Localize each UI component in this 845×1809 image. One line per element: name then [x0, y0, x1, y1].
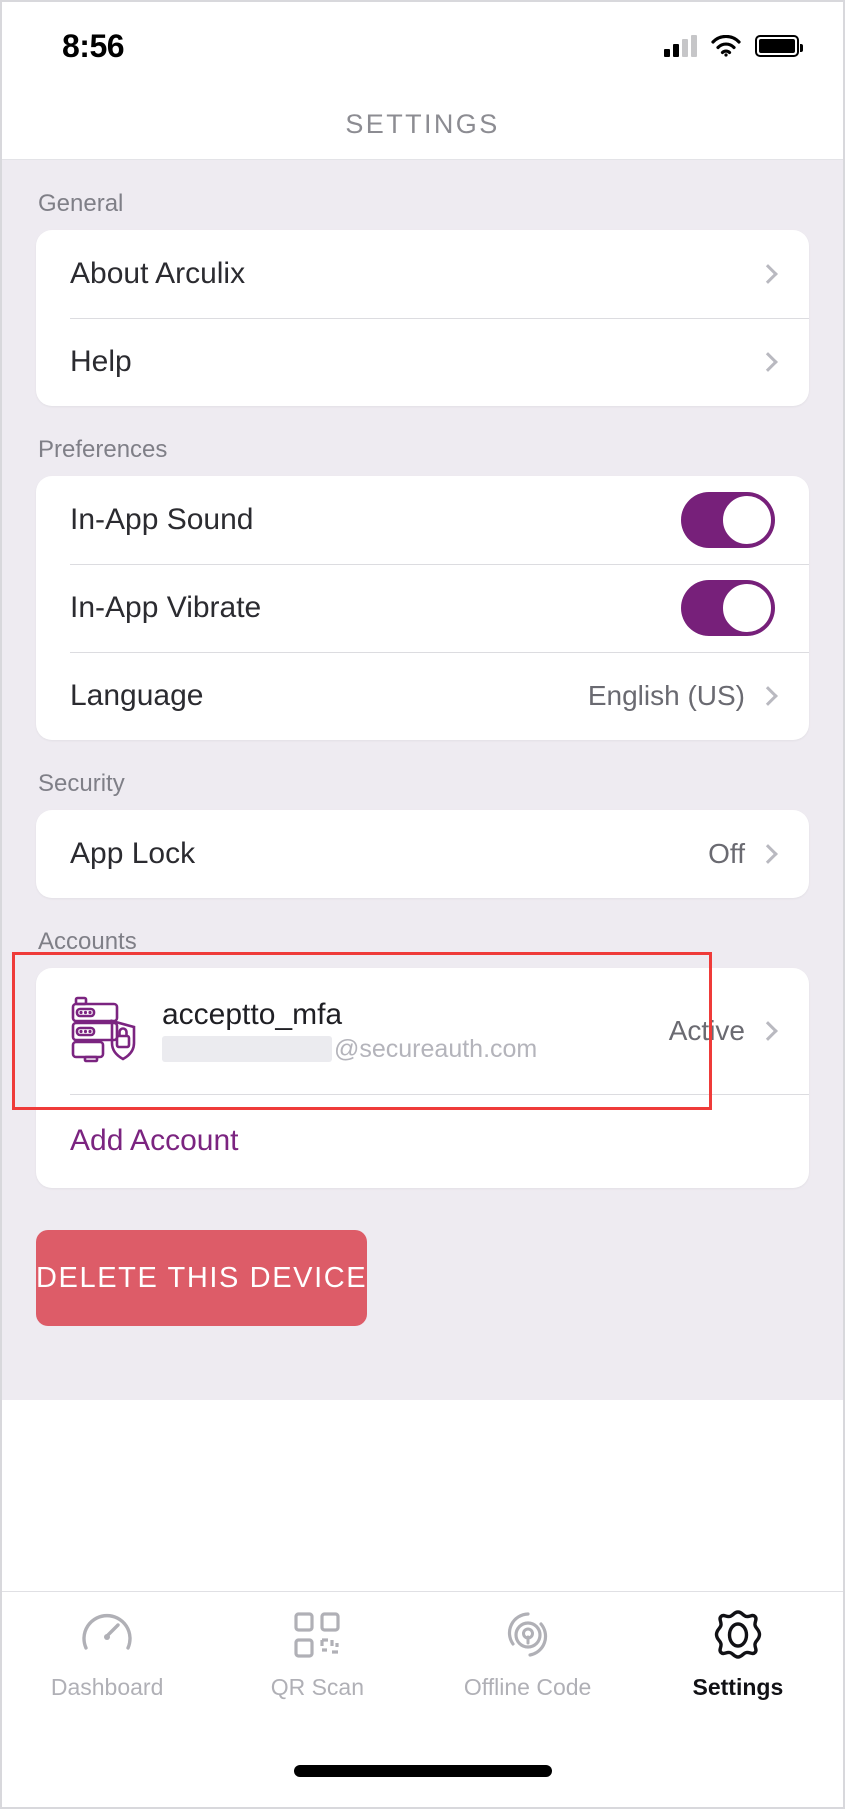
row-label: About Arculix	[70, 257, 246, 290]
add-account-button[interactable]: Add Account	[36, 1094, 809, 1188]
general-card: About Arculix Help	[36, 230, 809, 406]
in-app-vibrate-toggle[interactable]	[681, 580, 775, 636]
battery-icon	[755, 35, 803, 57]
section-label-preferences: Preferences	[38, 436, 168, 463]
bottom-tab-bar: Dashboard QR Scan Offline Code Settings	[2, 1591, 843, 1807]
toggle-knob	[721, 582, 773, 634]
row-in-app-sound[interactable]: In-App Sound	[36, 476, 809, 564]
status-icons	[664, 35, 803, 57]
row-in-app-vibrate[interactable]: In-App Vibrate	[36, 564, 809, 652]
cellular-signal-icon	[664, 35, 697, 57]
account-text: acceptto_mfa @secureauth.com	[162, 998, 669, 1064]
status-bar: 8:56	[2, 2, 843, 90]
home-indicator	[293, 1765, 552, 1777]
account-status-badge: Active	[668, 1015, 745, 1046]
page-title: SETTINGS	[345, 109, 500, 139]
row-label: In-App Vibrate	[70, 591, 262, 624]
tab-dashboard[interactable]: Dashboard	[2, 1606, 212, 1732]
tab-label: Offline Code	[463, 1674, 592, 1700]
nav-header: SETTINGS	[2, 90, 843, 160]
gear-icon	[711, 1606, 765, 1664]
security-card: App Lock Off	[36, 810, 809, 898]
chevron-right-icon	[758, 1021, 778, 1041]
accounts-card: acceptto_mfa @secureauth.com Active Add …	[36, 968, 809, 1188]
row-app-lock[interactable]: App Lock Off	[36, 810, 809, 898]
preferences-card: In-App Sound In-App Vibrate Language Eng…	[36, 476, 809, 740]
chevron-right-icon	[758, 264, 778, 284]
chevron-right-icon	[758, 352, 778, 372]
row-label: App Lock	[70, 837, 196, 870]
row-help[interactable]: Help	[36, 318, 809, 406]
chevron-right-icon	[758, 844, 778, 864]
account-name: acceptto_mfa	[162, 998, 343, 1032]
add-account-label: Add Account	[70, 1124, 239, 1157]
redacted-email-block	[162, 1036, 332, 1063]
wifi-icon	[711, 35, 741, 57]
speedometer-icon	[80, 1606, 134, 1664]
phone-screen: 8:56 SETTINGS General About Arculix Help…	[0, 0, 845, 1809]
row-label: Help	[70, 345, 132, 378]
row-language[interactable]: Language English (US)	[36, 652, 809, 740]
qr-code-icon	[292, 1606, 342, 1664]
server-lock-icon	[70, 995, 140, 1068]
settings-scroll-area: General About Arculix Help Preferences I…	[2, 160, 843, 1400]
account-row-acceptto-mfa[interactable]: acceptto_mfa @secureauth.com Active	[36, 968, 809, 1094]
tab-label: QR Scan	[270, 1674, 365, 1700]
section-label-accounts: Accounts	[38, 928, 137, 955]
row-label: Language	[70, 679, 204, 712]
account-email-domain: @secureauth.com	[334, 1034, 538, 1063]
section-label-general: General	[38, 190, 124, 217]
status-time: 8:56	[62, 27, 125, 64]
tab-label: Settings	[692, 1674, 784, 1700]
account-email: @secureauth.com	[162, 1035, 669, 1064]
chevron-right-icon	[758, 686, 778, 706]
tab-label: Dashboard	[50, 1674, 164, 1700]
section-label-security: Security	[38, 770, 125, 797]
tab-settings[interactable]: Settings	[633, 1606, 843, 1732]
row-about-arculix[interactable]: About Arculix	[36, 230, 809, 318]
tab-offline-code[interactable]: Offline Code	[423, 1606, 633, 1732]
location-pin-icon	[501, 1606, 555, 1664]
language-value: English (US)	[587, 680, 745, 711]
delete-this-device-button[interactable]: DELETE THIS DEVICE	[36, 1230, 368, 1326]
tab-qr-scan[interactable]: QR Scan	[212, 1606, 422, 1732]
app-lock-value: Off	[708, 838, 745, 869]
toggle-knob	[721, 494, 773, 546]
in-app-sound-toggle[interactable]	[681, 492, 775, 548]
row-label: In-App Sound	[70, 503, 254, 536]
delete-button-label: DELETE THIS DEVICE	[36, 1261, 368, 1294]
